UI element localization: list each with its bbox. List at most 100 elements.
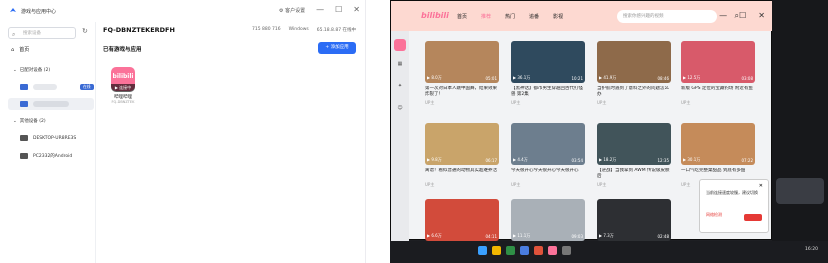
refresh-icon[interactable]: ↻ bbox=[82, 27, 88, 35]
close-button[interactable]: ✕ bbox=[353, 4, 360, 16]
device-item-mine-1[interactable]: 在线 bbox=[20, 84, 94, 90]
video-card[interactable]: ▶ 12.5万 03:08 新版 GPS 定位的宝藏钓场 附近有鱼 UP主 bbox=[681, 41, 755, 106]
connecting-badge: ▶ 连接中 bbox=[111, 84, 135, 92]
video-title[interactable]: 新版 GPS 定位的宝藏钓场 附近有鱼 bbox=[681, 86, 755, 98]
settings-link[interactable]: ⚙ 客户设置 bbox=[279, 7, 305, 14]
device-search-input[interactable]: ⌕ 搜索设备 bbox=[8, 27, 76, 39]
video-title[interactable]: 离谱！看似普通的动物其实超难养活 bbox=[425, 168, 499, 180]
titlebar: 游戏与应用中心 ⚙ 客户设置 — ☐ ✕ bbox=[0, 0, 366, 22]
popup-action-button[interactable] bbox=[744, 214, 762, 221]
video-thumbnail[interactable]: ▶ 36.1万 10:21 bbox=[511, 41, 585, 83]
video-card[interactable]: ▶ 9.8万 06:17 离谱！看似普通的动物其实超难养活 UP主 bbox=[425, 123, 499, 188]
video-card[interactable]: ▶ 18.2万 12:35 【逆战】当我拿到 AWM 传说级皮肤后 UP主 bbox=[597, 123, 671, 188]
group-mine-toggle[interactable]: ⌄ 已配对设备 (2) bbox=[13, 67, 50, 74]
clock: 16:20 bbox=[805, 247, 818, 252]
tab-home[interactable]: 首页 bbox=[457, 13, 467, 20]
video-card[interactable]: ▶ 41.9万 08:46 当护航时遇到了意料之外的问题怎么办 UP主 bbox=[597, 41, 671, 106]
sidebar-item-home[interactable]: ⌂ 首页 bbox=[11, 46, 29, 54]
video-thumbnail[interactable]: ▶ 12.5万 03:08 bbox=[681, 41, 755, 83]
home-icon[interactable] bbox=[394, 39, 406, 51]
folder-icon[interactable] bbox=[492, 246, 501, 255]
device-item-mine-2[interactable] bbox=[20, 101, 69, 107]
monitor-photo: bilibili 首页 推荐 热门 追番 影视 搜索你感兴趣的视频 ⌕ — ☐ … bbox=[390, 0, 828, 263]
video-thumbnail[interactable]: ▶ 6.6万 04:11 bbox=[425, 199, 499, 241]
bili-search-input[interactable]: 搜索你感兴趣的视频 ⌕ bbox=[617, 10, 739, 23]
video-thumbnail[interactable]: ▶ 9.8万 06:17 bbox=[425, 123, 499, 165]
desktop-icon bbox=[20, 135, 28, 141]
device-meta: 715 880 716 Windows 65.18.8.87 在线中 bbox=[252, 27, 356, 33]
channel-icon[interactable]: ▦ bbox=[394, 61, 406, 73]
divider bbox=[366, 0, 390, 263]
video-title[interactable]: 【黑神话】都市男生穿越回古代打怪兽 第2集 bbox=[511, 86, 585, 98]
browser-icon[interactable] bbox=[520, 246, 529, 255]
video-uploader[interactable]: UP主 bbox=[425, 100, 499, 106]
minimize-button[interactable]: — bbox=[719, 11, 727, 20]
device-name-redacted bbox=[33, 101, 69, 107]
video-stat: ▶ 8.0万 bbox=[427, 75, 442, 80]
chevron-down-icon: ⌄ bbox=[13, 67, 17, 73]
video-card[interactable]: ▶ 8.0万 05:01 第一次对日本人跳中国舞，结果效果炸裂了！ UP主 bbox=[425, 41, 499, 106]
video-stat: ▶ 30.1万 bbox=[683, 157, 701, 162]
bilibili-window: bilibili 首页 推荐 热门 追番 影视 搜索你感兴趣的视频 ⌕ — ☐ … bbox=[390, 0, 773, 263]
video-title[interactable]: 今天很开心今天很开心今天很开心 bbox=[511, 168, 585, 180]
video-uploader[interactable]: UP主 bbox=[511, 100, 585, 106]
online-badge: 在线 bbox=[80, 84, 94, 90]
video-thumbnail[interactable]: ▶ 11.1万 09:03 bbox=[511, 199, 585, 241]
video-uploader[interactable]: UP主 bbox=[511, 182, 585, 188]
popup-text: 当前连接速度较慢，建议切换 bbox=[706, 190, 758, 195]
maximize-button[interactable]: ☐ bbox=[739, 11, 746, 20]
video-thumbnail[interactable]: ▶ 8.0万 05:01 bbox=[425, 41, 499, 83]
app-logo-icon bbox=[10, 8, 16, 12]
taskbar: 16:20 bbox=[390, 241, 828, 263]
video-thumbnail[interactable]: ▶ 30.1万 07:22 bbox=[681, 123, 755, 165]
video-duration: 10:21 bbox=[571, 76, 583, 81]
video-stat: ▶ 12.5万 bbox=[683, 75, 701, 80]
video-thumbnail[interactable]: ▶ 41.9万 08:46 bbox=[597, 41, 671, 83]
tab-anime[interactable]: 追番 bbox=[529, 13, 539, 20]
video-duration: 07:22 bbox=[741, 158, 753, 163]
bilibili-header: bilibili 首页 推荐 热门 追番 影视 搜索你感兴趣的视频 ⌕ — ☐ … bbox=[391, 1, 773, 31]
dynamic-icon[interactable]: ✦ bbox=[394, 83, 406, 95]
video-title[interactable]: 当护航时遇到了意料之外的问题怎么办 bbox=[597, 86, 671, 98]
video-uploader[interactable]: UP主 bbox=[681, 100, 755, 106]
minimize-button[interactable]: — bbox=[316, 4, 324, 16]
popup-link[interactable]: 网络检测 bbox=[706, 212, 722, 218]
bilibili-logo[interactable]: bilibili bbox=[421, 11, 449, 20]
video-duration: 04:11 bbox=[485, 234, 497, 239]
app-icon[interactable] bbox=[562, 246, 571, 255]
me-icon[interactable]: ☺ bbox=[394, 105, 406, 117]
app-icon[interactable] bbox=[506, 246, 515, 255]
bilibili-taskbar-icon[interactable] bbox=[548, 246, 557, 255]
video-thumbnail[interactable]: ▶ 4.4万 03:54 bbox=[511, 123, 585, 165]
video-card[interactable]: ▶ 36.1万 10:21 【黑神话】都市男生穿越回古代打怪兽 第2集 UP主 bbox=[511, 41, 585, 106]
video-title[interactable]: 【逆战】当我拿到 AWM 传说级皮肤后 bbox=[597, 168, 671, 180]
add-app-button[interactable]: + 添加应用 bbox=[318, 42, 356, 54]
video-title[interactable]: 第一次对日本人跳中国舞，结果效果炸裂了！ bbox=[425, 86, 499, 98]
video-duration: 08:46 bbox=[657, 76, 669, 81]
maximize-button[interactable]: ☐ bbox=[335, 4, 342, 16]
video-uploader[interactable]: UP主 bbox=[597, 100, 671, 106]
app-icon[interactable] bbox=[534, 246, 543, 255]
video-duration: 12:35 bbox=[657, 158, 669, 163]
close-button[interactable]: ✕ bbox=[758, 11, 765, 20]
tab-recommend[interactable]: 推荐 bbox=[481, 13, 491, 20]
group-other-toggle[interactable]: ⌄ 其他设备 (2) bbox=[13, 118, 46, 125]
bili-window-controls: — ☐ ✕ bbox=[719, 11, 765, 20]
device-item-other-2[interactable]: PC2332的Android bbox=[20, 153, 72, 159]
video-uploader[interactable]: UP主 bbox=[597, 182, 671, 188]
tab-hot[interactable]: 热门 bbox=[505, 13, 515, 20]
video-thumbnail[interactable]: ▶ 18.2万 12:35 bbox=[597, 123, 671, 165]
video-stat: ▶ 6.6万 bbox=[427, 233, 442, 238]
start-icon[interactable] bbox=[478, 246, 487, 255]
bili-left-nav: ▦ ✦ ☺ bbox=[391, 31, 409, 241]
background-object bbox=[776, 178, 824, 204]
video-uploader[interactable]: UP主 bbox=[425, 182, 499, 188]
device-item-other-1[interactable]: DESKTOP-UR8RE3S bbox=[20, 135, 76, 141]
video-stat: ▶ 18.2万 bbox=[599, 157, 617, 162]
video-card[interactable]: ▶ 4.4万 03:54 今天很开心今天很开心今天很开心 UP主 bbox=[511, 123, 585, 188]
app-title: 游戏与应用中心 bbox=[21, 8, 57, 15]
video-thumbnail[interactable]: ▶ 7.3万 02:48 bbox=[597, 199, 671, 241]
close-icon[interactable]: ✕ bbox=[759, 183, 763, 189]
tab-movie[interactable]: 影视 bbox=[553, 13, 563, 20]
app-subtitle: FQ-DBNZTEK bbox=[111, 100, 135, 104]
